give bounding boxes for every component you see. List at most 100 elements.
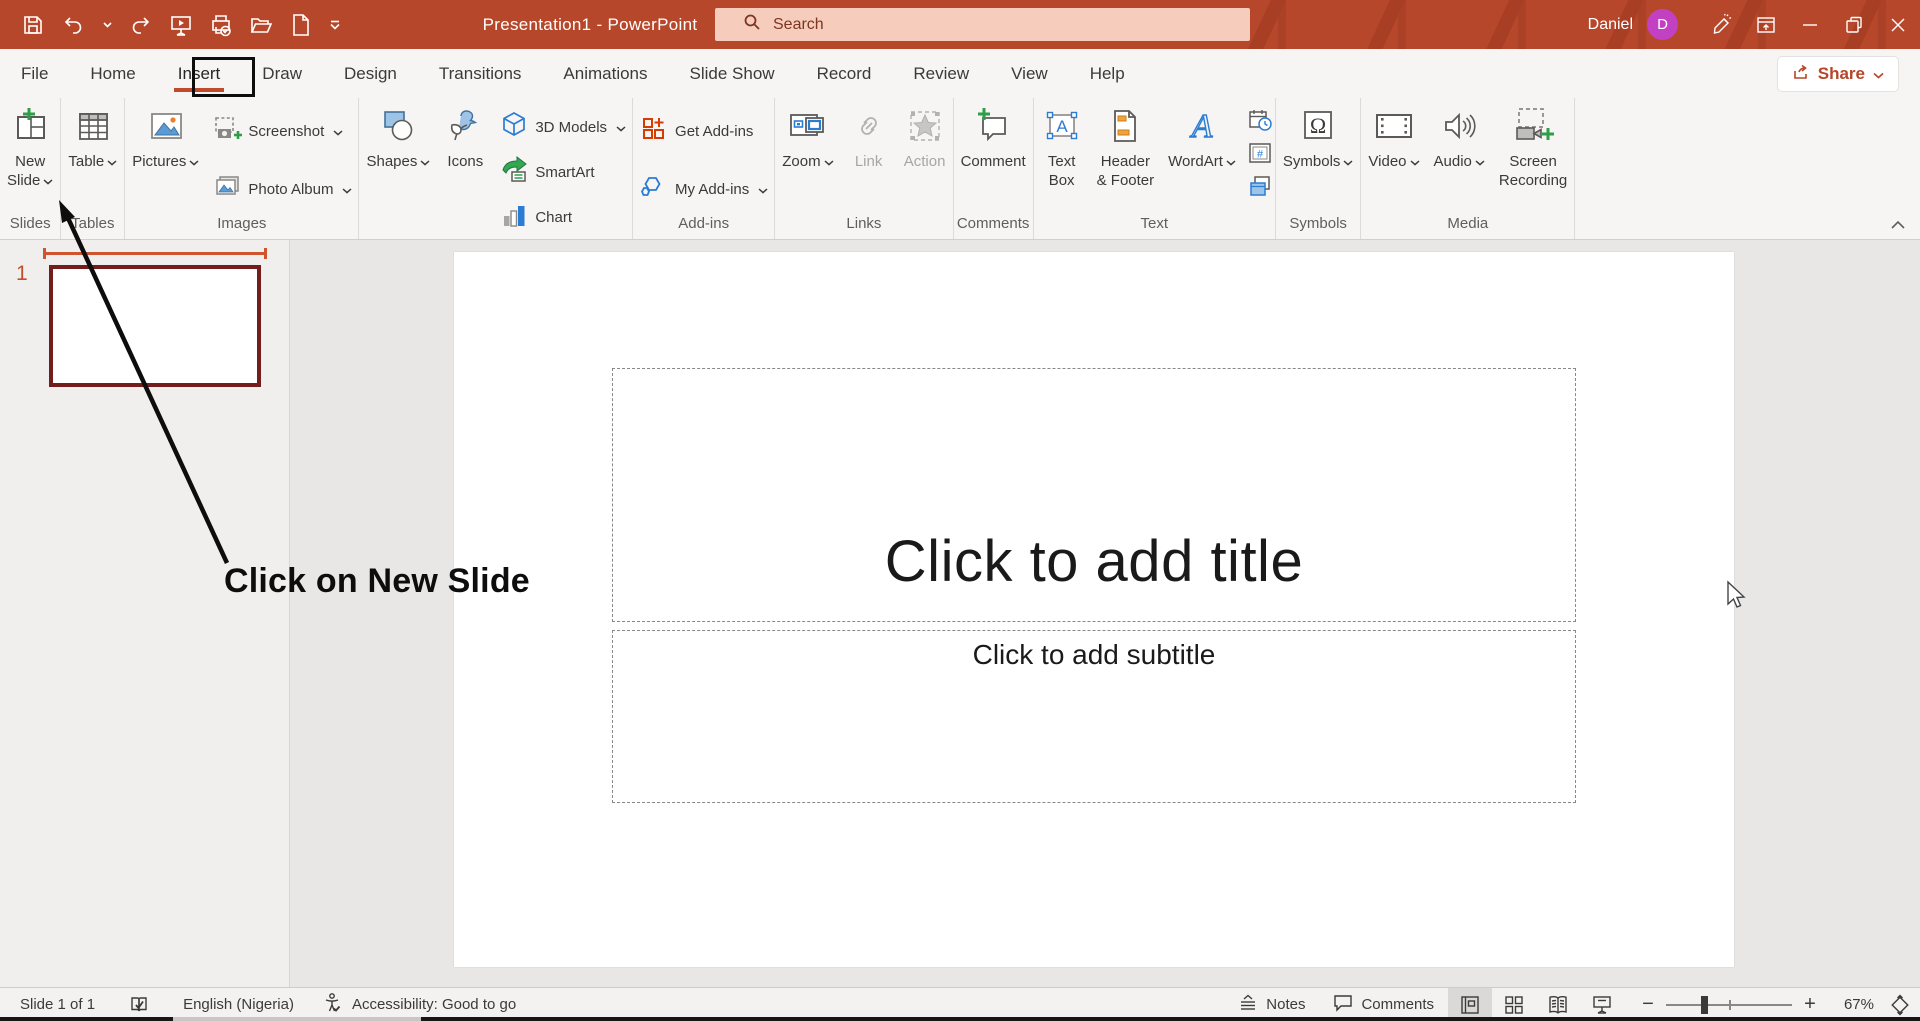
- my-add-ins-icon: [639, 172, 669, 206]
- video-button[interactable]: Video: [1361, 100, 1426, 171]
- audio-icon: [1439, 104, 1479, 148]
- open-folder-icon[interactable]: [248, 12, 274, 38]
- shapes-button[interactable]: Shapes: [359, 100, 437, 171]
- title-placeholder[interactable]: Click to add title: [612, 368, 1576, 622]
- button-label: Chart: [535, 209, 572, 226]
- action-button: Action: [897, 100, 953, 171]
- ribbon-group-symbols: Ω SymbolsSymbols: [1276, 98, 1362, 239]
- tab-view[interactable]: View: [1009, 54, 1050, 94]
- new-slide-button[interactable]: NewSlide: [0, 100, 60, 190]
- subtitle-placeholder-text: Click to add subtitle: [973, 639, 1216, 671]
- minimize-icon[interactable]: [1788, 0, 1832, 49]
- action-icon: [905, 104, 945, 148]
- notes-icon: [1238, 994, 1258, 1016]
- tab-file[interactable]: File: [19, 54, 50, 94]
- zoom-button[interactable]: Zoom: [775, 100, 840, 171]
- redo-icon[interactable]: [128, 12, 154, 38]
- undo-dropdown-icon[interactable]: [100, 12, 114, 38]
- workspace: 1 Click to add title Click to add subtit…: [0, 240, 1920, 987]
- zoom-in-button[interactable]: +: [1802, 993, 1818, 1016]
- date-time-button[interactable]: [1245, 106, 1275, 134]
- 3d-models-button[interactable]: 3D Models: [497, 108, 632, 146]
- comment-button[interactable]: Comment: [954, 100, 1033, 171]
- taskbar-sliver: [421, 1017, 1920, 1021]
- object-button[interactable]: [1245, 172, 1275, 200]
- language-status[interactable]: English (Nigeria): [169, 988, 308, 1021]
- tab-design[interactable]: Design: [342, 54, 399, 94]
- slideshow-view-icon[interactable]: [1580, 988, 1624, 1021]
- smartart-button[interactable]: SmartArt: [497, 153, 632, 191]
- zoom-out-button[interactable]: −: [1640, 993, 1656, 1016]
- ribbon-group-illustrations: ShapesIcons3D ModelsSmartArtChartIllustr…: [359, 98, 633, 239]
- reading-view-icon[interactable]: [1536, 988, 1580, 1021]
- notes-label: Notes: [1266, 996, 1305, 1013]
- feedback-megaphone-icon[interactable]: [1700, 0, 1744, 49]
- get-add-ins-button[interactable]: Get Add-ins: [637, 112, 774, 150]
- notes-button[interactable]: Notes: [1224, 988, 1319, 1021]
- chart-button[interactable]: Chart: [497, 198, 632, 236]
- subtitle-placeholder[interactable]: Click to add subtitle: [612, 630, 1576, 803]
- screen-recording-button[interactable]: ScreenRecording: [1492, 100, 1574, 190]
- restore-icon[interactable]: [1832, 0, 1876, 49]
- tab-home[interactable]: Home: [88, 54, 137, 94]
- collapse-ribbon-icon[interactable]: [1890, 217, 1906, 235]
- slide-number-button[interactable]: #: [1245, 139, 1275, 167]
- accessibility-status[interactable]: Accessibility: Good to go: [308, 988, 530, 1021]
- pictures-button[interactable]: Pictures: [125, 100, 206, 171]
- table-button[interactable]: Table: [61, 100, 124, 171]
- tab-transitions[interactable]: Transitions: [437, 54, 524, 94]
- chevron-down-icon: [1343, 152, 1353, 171]
- screenshot-button[interactable]: Screenshot: [210, 112, 358, 150]
- audio-button[interactable]: Audio: [1427, 100, 1492, 171]
- tab-review[interactable]: Review: [911, 54, 971, 94]
- new-file-icon[interactable]: [288, 12, 314, 38]
- button-label: My Add-ins: [675, 181, 749, 198]
- slide-thumbnail[interactable]: [49, 265, 261, 387]
- button-label: Link: [855, 152, 883, 171]
- tab-help[interactable]: Help: [1088, 54, 1127, 94]
- group-label: Images: [125, 213, 358, 239]
- symbols-button[interactable]: Ω Symbols: [1276, 100, 1361, 171]
- save-icon[interactable]: [20, 12, 46, 38]
- normal-view-icon[interactable]: [1448, 988, 1492, 1021]
- button-label: WordArt: [1168, 152, 1236, 171]
- header-footer-button[interactable]: Header& Footer: [1090, 100, 1162, 190]
- avatar[interactable]: D: [1647, 9, 1678, 40]
- tab-record[interactable]: Record: [815, 54, 874, 94]
- undo-icon[interactable]: [60, 12, 86, 38]
- my-add-ins-button[interactable]: My Add-ins: [637, 170, 774, 208]
- spellcheck-icon[interactable]: [109, 988, 169, 1021]
- slide-indicator[interactable]: Slide 1 of 1: [0, 988, 109, 1021]
- text-box-button[interactable]: ATextBox: [1034, 100, 1090, 190]
- link-icon: [849, 104, 889, 148]
- photo-album-button[interactable]: Photo Album: [210, 170, 358, 208]
- fit-slide-to-window-icon[interactable]: [1880, 988, 1920, 1021]
- chevron-down-icon: [616, 119, 626, 136]
- slide-thumbnail-panel: 1: [0, 240, 290, 987]
- search-input[interactable]: Search: [715, 8, 1250, 41]
- tab-draw[interactable]: Draw: [260, 54, 304, 94]
- customize-qat-icon[interactable]: [328, 12, 342, 38]
- ribbon: NewSlideSlidesTableTablesPicturesScreens…: [0, 98, 1920, 240]
- slide-sorter-icon[interactable]: [1492, 988, 1536, 1021]
- slide-canvas[interactable]: Click to add title Click to add subtitle: [454, 252, 1734, 967]
- wordart-button[interactable]: AWordArt: [1161, 100, 1243, 171]
- zoom-level[interactable]: 67%: [1828, 996, 1874, 1013]
- start-slideshow-icon[interactable]: [168, 12, 194, 38]
- tab-slide-show[interactable]: Slide Show: [688, 54, 777, 94]
- zoom-slider[interactable]: [1666, 988, 1792, 1021]
- button-label: Action: [904, 152, 946, 171]
- comments-button[interactable]: Comments: [1319, 988, 1448, 1021]
- tab-insert[interactable]: Insert: [176, 54, 223, 94]
- button-label: ScreenRecording: [1499, 152, 1567, 190]
- share-button[interactable]: Share: [1778, 57, 1898, 91]
- button-label: Symbols: [1283, 152, 1354, 171]
- svg-text:Ω: Ω: [1310, 113, 1326, 138]
- taskbar-sliver: [173, 1017, 421, 1021]
- ribbon-display-options-icon[interactable]: [1744, 0, 1788, 49]
- tab-animations[interactable]: Animations: [561, 54, 649, 94]
- print-preview-icon[interactable]: [208, 12, 234, 38]
- close-icon[interactable]: [1876, 0, 1920, 49]
- zoom-slider-thumb[interactable]: [1701, 996, 1708, 1014]
- icons-button[interactable]: Icons: [437, 100, 493, 171]
